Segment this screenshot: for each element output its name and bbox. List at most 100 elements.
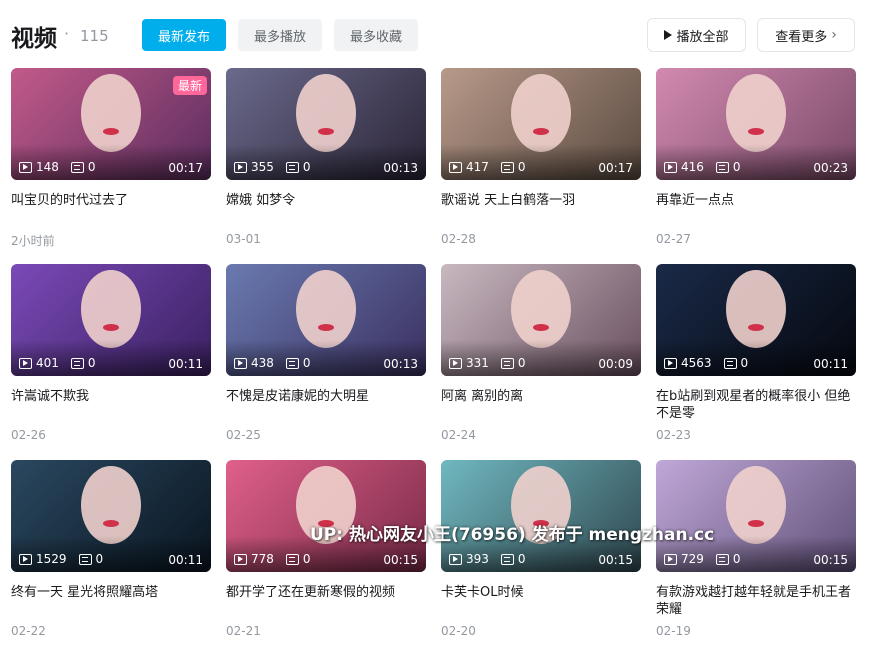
thumbnail-figure <box>81 74 141 152</box>
danmaku-count: 0 <box>517 160 526 174</box>
danmaku-icon <box>70 161 84 173</box>
video-thumbnail[interactable]: 331 0 00:09 <box>441 264 641 376</box>
video-card[interactable]: 4563 0 00:11 在b站刷到观星者的概率很小 但绝不是零 02-23 <box>656 264 856 442</box>
video-card[interactable]: 729 0 00:15 有款游戏越打越年轻就是手机王者荣耀 02-19 <box>656 460 856 638</box>
play-count-icon <box>234 553 247 565</box>
video-date: 02-20 <box>441 624 476 638</box>
thumbnail-figure <box>81 270 141 348</box>
sort-tab-most-favorited[interactable]: 最多收藏 <box>334 19 418 51</box>
thumbnail-figure-detail <box>103 520 119 527</box>
play-all-button[interactable]: 播放全部 <box>647 18 746 52</box>
play-count-icon <box>449 553 462 565</box>
video-card[interactable]: 416 0 00:23 再靠近一点点 02-27 <box>656 68 856 246</box>
play-count-icon <box>449 357 462 369</box>
view-count: 416 <box>681 160 704 174</box>
view-count: 355 <box>251 160 274 174</box>
danmaku-icon <box>500 357 514 369</box>
video-thumbnail[interactable]: 729 0 00:15 <box>656 460 856 572</box>
video-card[interactable]: 最新 148 0 00:17 叫宝贝的时代过去了 2小时前 <box>11 68 211 249</box>
video-title[interactable]: 在b站刷到观星者的概率很小 但绝不是零 <box>656 388 856 422</box>
watermark: UP: 热心网友小王(76956) 发布于 mengzhan.cc <box>310 525 715 545</box>
thumbnail-figure-detail <box>103 128 119 135</box>
video-card[interactable]: 393 0 00:15 卡芙卡OL时候 02-20 <box>441 460 641 638</box>
see-more-button[interactable]: 查看更多 › <box>757 18 855 52</box>
video-duration: 00:09 <box>598 357 633 371</box>
video-duration: 00:17 <box>598 161 633 175</box>
video-title[interactable]: 不愧是皮诺康妮的大明星 <box>226 388 426 422</box>
danmaku-icon <box>723 357 737 369</box>
video-thumbnail[interactable]: 438 0 00:13 <box>226 264 426 376</box>
thumbnail-figure-detail <box>533 128 549 135</box>
sort-tab-most-played[interactable]: 最多播放 <box>238 19 322 51</box>
video-thumbnail[interactable]: 416 0 00:23 <box>656 68 856 180</box>
play-count-icon <box>19 161 32 173</box>
video-thumbnail[interactable]: 最新 148 0 00:17 <box>11 68 211 180</box>
thumbnail-figure-detail <box>318 324 334 331</box>
video-title[interactable]: 叫宝贝的时代过去了 <box>11 192 211 226</box>
video-section-header: 视频 · 115 最新发布 最多播放 最多收藏 播放全部 查看更多 › <box>0 0 886 68</box>
danmaku-icon <box>500 161 514 173</box>
video-title[interactable]: 再靠近一点点 <box>656 192 856 226</box>
video-title[interactable]: 阿离 离别的离 <box>441 388 641 422</box>
video-title[interactable]: 终有一天 星光将照耀高塔 <box>11 584 211 618</box>
video-title[interactable]: 许嵩诚不欺我 <box>11 388 211 422</box>
video-card[interactable]: 438 0 00:13 不愧是皮诺康妮的大明星 02-25 <box>226 264 426 442</box>
video-stats: 148 0 <box>19 159 96 175</box>
video-title[interactable]: 嫦娥 如梦令 <box>226 192 426 226</box>
view-count: 417 <box>466 160 489 174</box>
title-separator: · <box>64 24 70 43</box>
danmaku-icon <box>78 553 92 565</box>
danmaku-icon <box>285 161 299 173</box>
play-count-icon <box>234 161 247 173</box>
play-count-icon <box>664 553 677 565</box>
video-stats: 778 0 <box>234 551 311 567</box>
danmaku-count: 0 <box>302 160 311 174</box>
video-stats: 438 0 <box>234 355 311 371</box>
video-thumbnail[interactable]: 1529 0 00:11 <box>11 460 211 572</box>
video-card[interactable]: 331 0 00:09 阿离 离别的离 02-24 <box>441 264 641 442</box>
video-title[interactable]: 歌谣说 天上白鹤落一羽 <box>441 192 641 226</box>
video-thumbnail[interactable]: 778 0 00:15 <box>226 460 426 572</box>
danmaku-icon <box>285 357 299 369</box>
play-count-icon <box>19 357 32 369</box>
thumbnail-figure <box>726 466 786 544</box>
video-card[interactable]: 417 0 00:17 歌谣说 天上白鹤落一羽 02-28 <box>441 68 641 246</box>
thumbnail-figure-detail <box>748 128 764 135</box>
video-stats: 331 0 <box>449 355 526 371</box>
video-thumbnail[interactable]: 393 0 00:15 <box>441 460 641 572</box>
video-thumbnail[interactable]: 355 0 00:13 <box>226 68 426 180</box>
video-stats: 729 0 <box>664 551 741 567</box>
video-title[interactable]: 有款游戏越打越年轻就是手机王者荣耀 <box>656 584 856 618</box>
video-card[interactable]: 1529 0 00:11 终有一天 星光将照耀高塔 02-22 <box>11 460 211 638</box>
video-date: 02-23 <box>656 428 691 442</box>
new-badge: 最新 <box>172 76 207 95</box>
thumbnail-figure <box>81 466 141 544</box>
video-thumbnail[interactable]: 417 0 00:17 <box>441 68 641 180</box>
video-stats: 393 0 <box>449 551 526 567</box>
video-card[interactable]: 778 0 00:15 都开学了还在更新寒假的视频 02-21 <box>226 460 426 638</box>
video-date: 02-27 <box>656 232 691 246</box>
video-stats: 416 0 <box>664 159 741 175</box>
thumbnail-figure-detail <box>748 324 764 331</box>
video-stats: 1529 0 <box>19 551 103 567</box>
video-stats: 417 0 <box>449 159 526 175</box>
view-count: 331 <box>466 356 489 370</box>
video-card[interactable]: 401 0 00:11 许嵩诚不欺我 02-26 <box>11 264 211 442</box>
video-date: 03-01 <box>226 232 261 246</box>
video-title[interactable]: 卡芙卡OL时候 <box>441 584 641 618</box>
thumbnail-figure <box>726 270 786 348</box>
video-thumbnail[interactable]: 401 0 00:11 <box>11 264 211 376</box>
danmaku-count: 0 <box>740 356 749 370</box>
video-card[interactable]: 355 0 00:13 嫦娥 如梦令 03-01 <box>226 68 426 246</box>
video-date: 02-21 <box>226 624 261 638</box>
play-icon <box>664 30 673 40</box>
danmaku-icon <box>70 357 84 369</box>
video-title[interactable]: 都开学了还在更新寒假的视频 <box>226 584 426 618</box>
video-thumbnail[interactable]: 4563 0 00:11 <box>656 264 856 376</box>
danmaku-icon <box>285 553 299 565</box>
danmaku-count: 0 <box>95 552 104 566</box>
thumbnail-figure-detail <box>103 324 119 331</box>
sort-tab-latest[interactable]: 最新发布 <box>142 19 226 51</box>
view-count: 1529 <box>36 552 67 566</box>
video-duration: 00:23 <box>813 161 848 175</box>
